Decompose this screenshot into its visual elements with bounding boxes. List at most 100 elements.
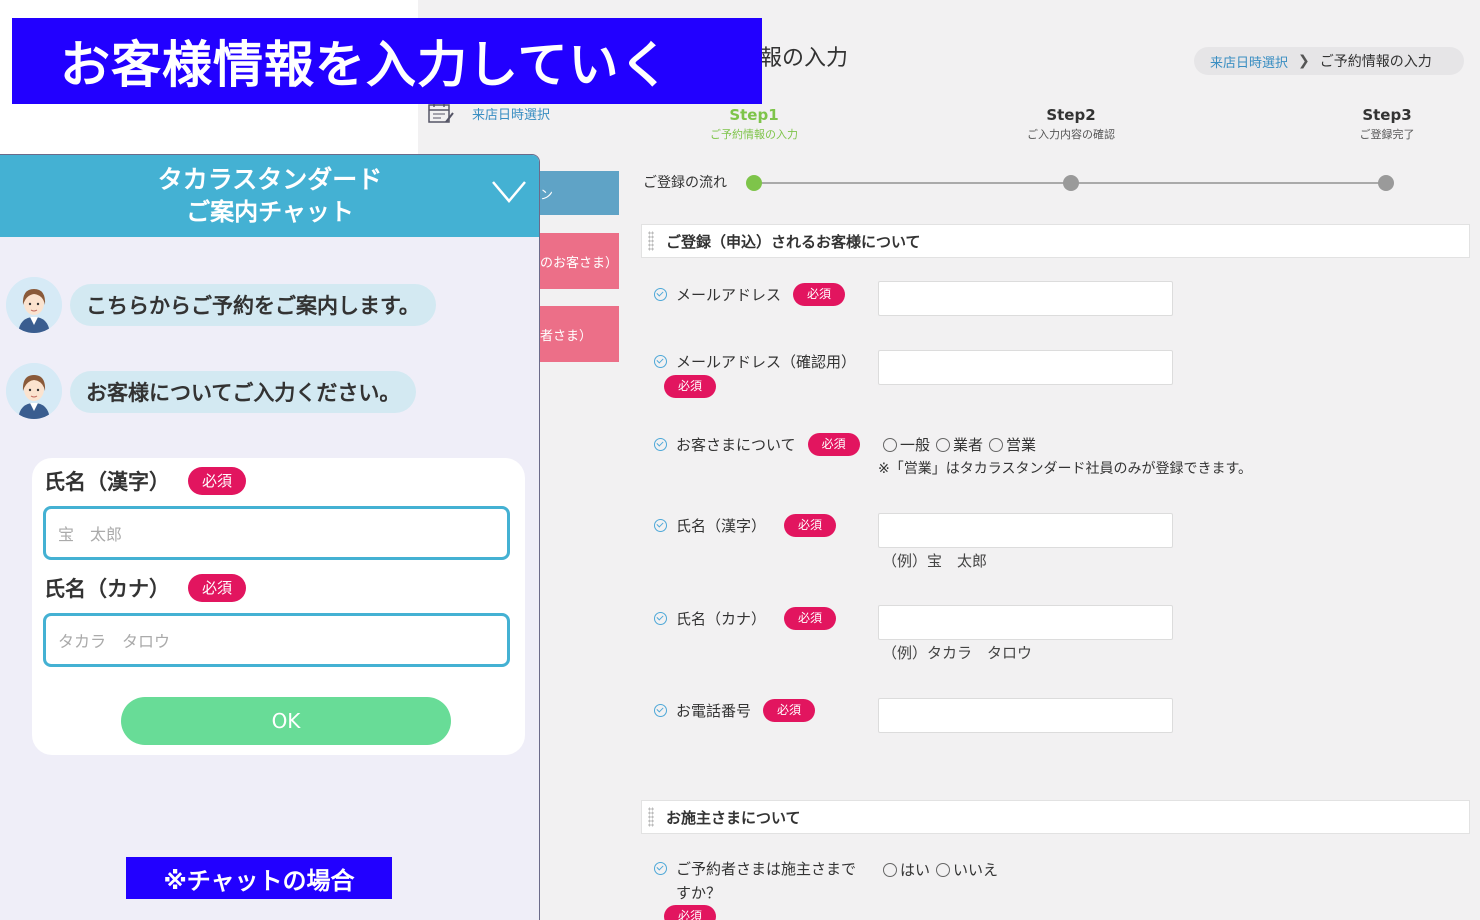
email-input[interactable]: [878, 281, 1173, 316]
owner-question-line2: すか？: [676, 884, 722, 902]
label-text: お電話番号: [676, 702, 752, 720]
label-text: メールアドレス: [676, 286, 782, 304]
field-label-name-kana: 氏名（カナ） 必須: [654, 607, 837, 630]
field-label-email: メールアドレス 必須: [654, 283, 846, 306]
email-confirm-input[interactable]: [878, 350, 1173, 385]
field-label-email-confirm: メールアドレス（確認用）: [654, 351, 856, 372]
chat-panel: タカラスタンダード ご案内チャット こちらからご予約をご案内します。 お客様につ…: [0, 154, 540, 920]
chat-title: タカラスタンダード: [157, 165, 383, 194]
step-1: Step1 ご予約情報の入力: [674, 106, 834, 142]
name-kana-input[interactable]: [878, 605, 1173, 640]
step-subtitle: ご登録完了: [1359, 128, 1415, 141]
grip-icon: [648, 231, 654, 251]
check-circle-icon: [654, 438, 667, 451]
check-circle-icon: [654, 862, 667, 875]
customer-type-radio-group: 一般 業者 営業: [883, 434, 1042, 455]
section-title: お施主さまについて: [666, 808, 801, 827]
section-header-owner: お施主さまについて: [641, 800, 1470, 834]
input-placeholder: 宝 太郎: [58, 525, 123, 544]
field-label-phone: お電話番号 必須: [654, 699, 816, 722]
customer-type-button-2[interactable]: 者さま）: [540, 306, 619, 362]
flow-label: ご登録の流れ: [643, 175, 727, 191]
required-badge: 必須: [664, 905, 717, 920]
chat-name-kana-input[interactable]: タカラ タロウ: [43, 613, 510, 667]
headline-banner: お客様情報を入力していく: [12, 18, 762, 104]
label-text: 氏名（漢字）: [676, 517, 767, 535]
operator-avatar: [6, 363, 62, 419]
required-badge: 必須: [664, 375, 717, 398]
radio-label: はい: [900, 861, 931, 879]
name-kanji-input[interactable]: [878, 513, 1173, 548]
input-placeholder: タカラ タロウ: [58, 632, 171, 651]
breadcrumb-current: ご予約情報の入力: [1319, 54, 1432, 70]
check-circle-icon: [654, 355, 667, 368]
field-label-customer-type: お客さまについて 必須: [654, 433, 860, 456]
required-badge: 必須: [784, 607, 837, 630]
name-kanji-hint: （例）宝 太郎: [882, 552, 988, 570]
radio-circle[interactable]: [883, 437, 897, 452]
radio-circle[interactable]: [936, 862, 951, 877]
name-kanji-label: 氏名（漢字） 必須: [44, 466, 247, 496]
required-badge: 必須: [793, 283, 846, 306]
radio-circle[interactable]: [989, 437, 1004, 452]
radio-label: 一般: [900, 436, 931, 454]
radio-circle[interactable]: [936, 437, 951, 452]
required-badge: 必須: [763, 699, 816, 722]
chat-message: こちらからご予約をご案内します。: [70, 284, 436, 326]
radio-label: 営業: [1006, 436, 1037, 454]
radio-label: いいえ: [953, 861, 999, 879]
radio-option-general[interactable]: 一般: [883, 434, 930, 455]
radio-option-sales[interactable]: 営業: [989, 434, 1036, 455]
customer-type-button-1[interactable]: のお客さま）: [540, 233, 619, 289]
step-title: Step1: [729, 106, 779, 124]
step-2: Step2 ご入力内容の確認: [991, 106, 1151, 142]
button-label: 者さま）: [540, 328, 593, 344]
chat-name-kanji-input[interactable]: 宝 太郎: [43, 506, 510, 560]
owner-radio-group: はい いいえ: [883, 859, 1004, 880]
check-circle-icon: [654, 704, 667, 717]
field-label-name-kanji: 氏名（漢字） 必須: [654, 514, 837, 537]
step-title: Step2: [1046, 106, 1096, 124]
chat-message: お客様についてご入力ください。: [70, 371, 417, 413]
avatar-illustration: [6, 363, 62, 419]
step-subtitle: ご入力内容の確認: [1027, 128, 1115, 141]
required-badge: 必須: [807, 433, 860, 456]
section-title: ご登録（申込）されるお客様について: [666, 232, 921, 251]
chat-header[interactable]: タカラスタンダード ご案内チャット: [0, 155, 539, 237]
label-text: ご予約者さまは施主さまで: [676, 860, 857, 878]
section-header-customer: ご登録（申込）されるお客様について: [641, 224, 1470, 258]
label-text: お客さまについて: [676, 436, 796, 454]
step-3: Step3 ご登録完了: [1307, 106, 1467, 142]
name-kana-hint: （例）タカラ タロウ: [882, 644, 1033, 662]
radio-label: 業者: [953, 436, 984, 454]
operator-avatar: [6, 277, 62, 333]
required-badge: 必須: [188, 574, 247, 602]
radio-option-no[interactable]: いいえ: [936, 859, 998, 880]
radio-circle[interactable]: [883, 862, 897, 877]
required-badge: 必須: [784, 514, 837, 537]
check-circle-icon: [654, 519, 667, 532]
grip-icon: [648, 807, 654, 827]
calendar-link-datetime[interactable]: 来店日時選択: [472, 104, 550, 123]
check-circle-icon: [654, 288, 667, 301]
breadcrumb-link-datetime[interactable]: 来店日時選択: [1210, 52, 1288, 71]
flow-dot-step3: [1378, 175, 1394, 191]
chat-subtitle: ご案内チャット: [186, 198, 354, 226]
flow-dot-step2: [1063, 175, 1079, 191]
calendar-edit-icon: [428, 103, 454, 123]
breadcrumb: 来店日時選択 ❯ ご予約情報の入力: [1194, 47, 1464, 75]
avatar-illustration: [6, 277, 62, 333]
radio-option-contractor[interactable]: 業者: [936, 434, 983, 455]
check-circle-icon: [654, 612, 667, 625]
label-text: 氏名（カナ）: [44, 577, 170, 601]
name-kana-label: 氏名（カナ） 必須: [44, 573, 247, 603]
ok-button[interactable]: OK: [121, 697, 451, 745]
page-title: 報の入力: [760, 46, 849, 71]
chevron-down-icon[interactable]: [491, 179, 527, 205]
phone-input[interactable]: [878, 698, 1173, 733]
label-text: 氏名（漢字）: [44, 470, 170, 494]
step-subtitle: ご予約情報の入力: [710, 128, 798, 141]
side-tab-button[interactable]: ン: [540, 171, 619, 215]
radio-option-yes[interactable]: はい: [883, 859, 930, 880]
flow-dot-step1: [746, 175, 762, 191]
